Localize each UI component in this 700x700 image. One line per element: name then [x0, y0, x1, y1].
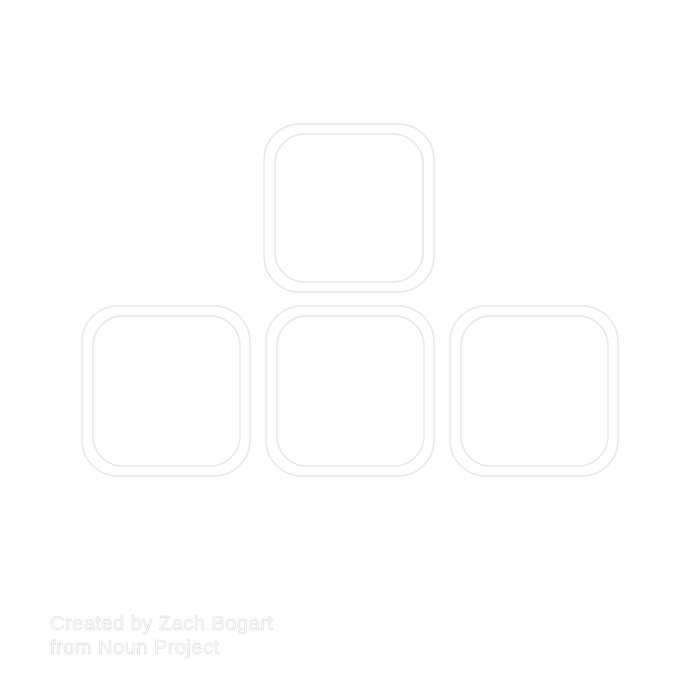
attribution-line-1: Created by Zach Bogart — [50, 613, 274, 636]
key-left-icon — [81, 305, 251, 477]
icon-canvas: Created by Zach Bogart from Noun Project — [0, 0, 700, 700]
key-up-icon — [263, 123, 435, 293]
key-right-icon — [449, 305, 619, 477]
arrow-keys-icon — [81, 123, 619, 477]
attribution-line-2: from Noun Project — [50, 637, 220, 660]
attribution-text: Created by Zach Bogart from Noun Project — [50, 612, 273, 660]
key-down-icon — [265, 305, 435, 477]
